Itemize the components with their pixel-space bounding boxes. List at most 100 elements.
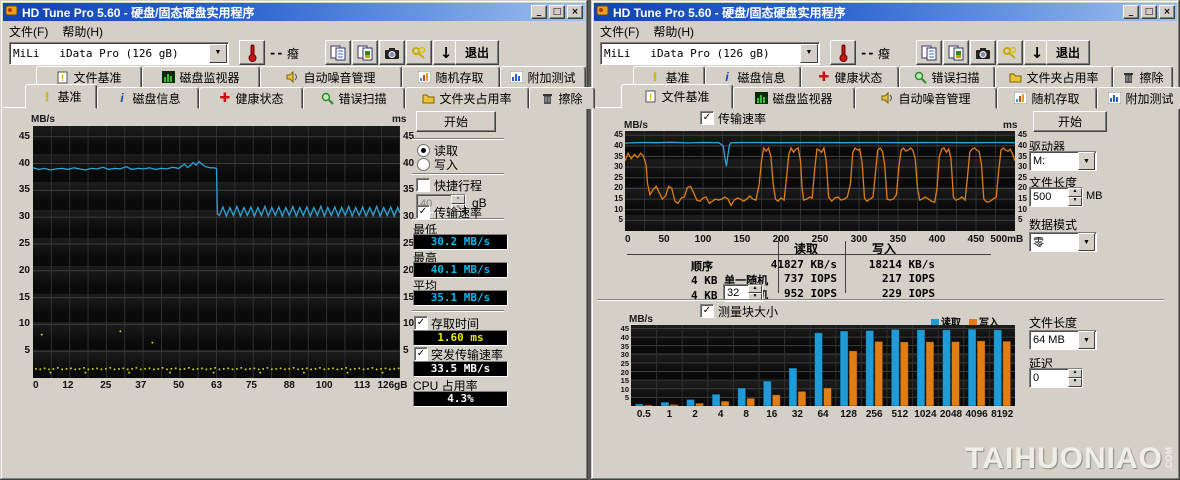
data-point [114, 368, 116, 370]
close-button[interactable]: × [567, 5, 583, 19]
chevron-down-icon[interactable]: ▼ [1078, 331, 1095, 349]
exit-button[interactable]: 退出 [1046, 40, 1090, 65]
start-button[interactable]: 开始 [1033, 111, 1107, 132]
tab-aam[interactable]: 自动噪音管理 [260, 66, 402, 88]
chevron-down-icon[interactable]: ▼ [1078, 233, 1095, 251]
start-button[interactable]: 开始 [416, 111, 496, 132]
minimize-button[interactable]: _ [1123, 5, 1139, 19]
tab-random-access[interactable]: 随机存取 [997, 87, 1097, 109]
window-benchmark: HD Tune Pro 5.60 - 硬盘/固态硬盘实用程序 _ □ × 文件(… [0, 0, 588, 480]
avg-value: 35.1 MB/s [413, 290, 508, 306]
data-point [259, 372, 261, 374]
data-point [284, 368, 286, 370]
tab-health[interactable]: ✚健康状态 [199, 87, 303, 109]
tab-label: 文件基准 [661, 88, 709, 105]
data-pattern-dropdown[interactable]: 零 ▼ [1029, 232, 1097, 252]
tab-erase[interactable]: 擦除 [1113, 66, 1173, 88]
copy-image-icon[interactable] [352, 40, 378, 65]
titlebar[interactable]: HD Tune Pro 5.60 - 硬盘/固态硬盘实用程序 _ □ × [594, 3, 1177, 21]
options-keys-icon[interactable] [997, 40, 1023, 65]
access-time-checkbox[interactable]: ✓ [414, 316, 428, 330]
divider [412, 173, 504, 175]
transfer-rate-checkbox[interactable]: ✓ [700, 111, 714, 125]
tab-disk-info[interactable]: i磁盘信息 [97, 87, 199, 109]
copy-image-icon[interactable] [943, 40, 969, 65]
tab-benchmark[interactable]: !基准 [25, 84, 97, 109]
svg-text:!: ! [61, 73, 64, 83]
menu-help[interactable]: 帮助(H) [62, 23, 103, 40]
app-icon [5, 4, 18, 20]
bar [712, 394, 720, 406]
transfer-rate-checkbox[interactable]: ✓ [416, 205, 430, 219]
data-point [92, 368, 94, 370]
screenshot-camera-icon[interactable] [970, 40, 996, 65]
tab-aam[interactable]: 自动噪音管理 [855, 87, 997, 109]
data-point [218, 368, 220, 370]
table-divider [845, 241, 846, 293]
menu-file[interactable]: 文件(F) [9, 23, 48, 40]
tab-error-scan[interactable]: 错误扫描 [303, 87, 405, 109]
data-point [262, 368, 264, 370]
temperature-button[interactable] [830, 40, 856, 65]
tick-label: 25 [614, 173, 623, 182]
read-radio[interactable] [417, 144, 430, 157]
bar [763, 381, 771, 406]
copy-text-icon[interactable] [325, 40, 351, 65]
exit-button[interactable]: 退出 [455, 40, 499, 65]
tab-label: 基准 [665, 69, 689, 86]
menu-help[interactable]: 帮助(H) [653, 23, 694, 40]
maximize-button[interactable]: □ [549, 5, 565, 19]
tab-erase[interactable]: 擦除 [529, 87, 595, 109]
copy-text-icon[interactable] [916, 40, 942, 65]
data-point [253, 367, 255, 369]
chevron-down-icon[interactable]: ▼ [209, 44, 227, 63]
delay-spinner[interactable]: 0 ▲▼ [1029, 368, 1083, 388]
maximize-button[interactable]: □ [1141, 5, 1157, 19]
tab-folder-usage[interactable]: 文件夹占用率 [405, 87, 529, 109]
burst-rate-checkbox[interactable]: ✓ [414, 347, 428, 361]
tab-label: 文件夹占用率 [439, 90, 511, 107]
drive-dropdown[interactable]: M: ▼ [1029, 151, 1097, 171]
close-button[interactable]: × [1159, 5, 1175, 19]
tab-folder-usage[interactable]: 文件夹占用率 [995, 66, 1113, 88]
titlebar[interactable]: HD Tune Pro 5.60 - 硬盘/固态硬盘实用程序 _ □ × [3, 3, 585, 21]
file-length2-dropdown[interactable]: 64 MB ▼ [1029, 330, 1097, 350]
data-point [183, 368, 185, 370]
write-radio[interactable] [417, 158, 430, 171]
magnifier-icon [321, 92, 334, 105]
temperature-button[interactable] [239, 40, 265, 65]
menu-file[interactable]: 文件(F) [600, 23, 639, 40]
data-point [179, 368, 181, 370]
tab-disk-monitor[interactable]: 磁盘监视器 [733, 87, 855, 109]
spinner-arrows[interactable]: ▲▼ [1068, 369, 1082, 387]
file-length2-label: 文件长度 [1029, 314, 1077, 331]
bar [824, 388, 832, 406]
file-length-spinner[interactable]: 500 ▲▼ [1029, 187, 1083, 207]
options-keys-icon[interactable] [406, 40, 432, 65]
bar [644, 405, 652, 406]
tab-label: 擦除 [1139, 69, 1163, 86]
bar [875, 341, 883, 406]
tick-label: 50 [658, 234, 669, 245]
minimize-button[interactable]: _ [531, 5, 547, 19]
tick-label: 45 [621, 324, 629, 333]
short-stroke-checkbox[interactable] [416, 178, 430, 192]
screenshot-camera-icon[interactable] [379, 40, 405, 65]
tab-extra-tests[interactable]: 附加测试 [500, 66, 586, 88]
data-point [119, 330, 121, 332]
data-point [83, 367, 85, 369]
spinner-arrows[interactable]: ▲▼ [1068, 188, 1082, 206]
drive-select[interactable]: MiLi iData Pro (126 gB) ▼ [9, 42, 229, 65]
tab-disk-monitor[interactable]: 磁盘监视器 [142, 66, 260, 88]
data-point [258, 368, 260, 370]
tab-file-benchmark[interactable]: !文件基准 [621, 84, 733, 109]
tab-error-scan[interactable]: 错误扫描 [899, 66, 995, 88]
tab-random-access[interactable]: 随机存取 [402, 66, 500, 88]
chevron-down-icon[interactable]: ▼ [1078, 152, 1095, 170]
tab-extra-tests[interactable]: 附加测试 [1097, 87, 1180, 109]
chevron-down-icon[interactable]: ▼ [800, 44, 818, 63]
block-size-checkbox[interactable]: ✓ [700, 304, 714, 318]
drive-select[interactable]: MiLi iData Pro (126 gB) ▼ [600, 42, 820, 65]
burst-rate-value: 33.5 MB/s [413, 361, 508, 377]
tab-health[interactable]: ✚健康状态 [801, 66, 899, 88]
